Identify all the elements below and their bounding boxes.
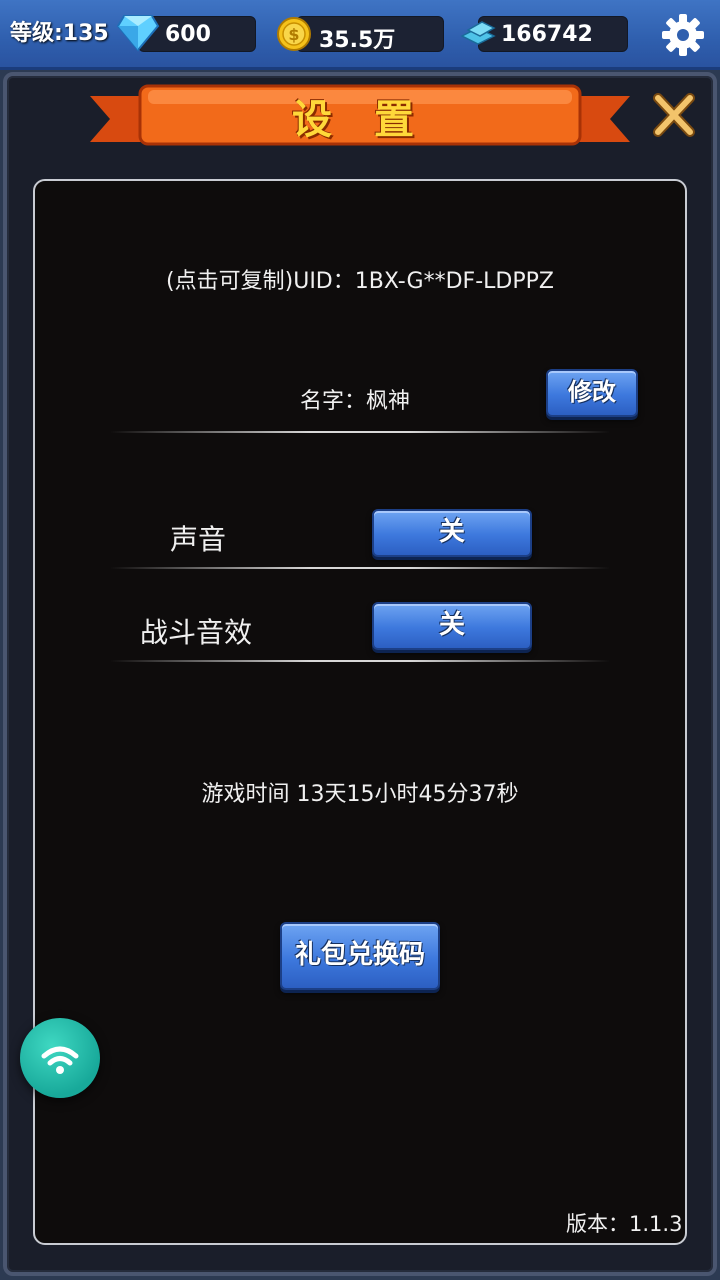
settings-card bbox=[33, 179, 687, 1245]
resource-bar: 等级:135 600 35.5万 $ 166742 bbox=[0, 0, 720, 70]
sound-label: 声音 bbox=[170, 523, 227, 556]
close-icon[interactable] bbox=[648, 88, 700, 140]
crystal-value: 166742 bbox=[501, 22, 593, 47]
uid-copy-text[interactable]: (点击可复制)UID：1BX-G**DF-LDPPZ bbox=[0, 263, 720, 295]
player-name: 名字：枫神 bbox=[300, 389, 411, 414]
crystal-bars-icon bbox=[460, 21, 496, 45]
svg-text:$: $ bbox=[288, 25, 299, 44]
settings-gear-icon[interactable] bbox=[660, 12, 706, 58]
playtime-text: 游戏时间 13天15小时45分37秒 bbox=[201, 782, 519, 807]
gold-counter: 35.5万 bbox=[296, 16, 444, 53]
battle-sfx-toggle-button[interactable]: 关 bbox=[372, 602, 532, 650]
edit-name-button[interactable]: 修改 bbox=[546, 369, 638, 417]
gold-value: 35.5万 bbox=[319, 28, 396, 53]
divider bbox=[110, 567, 610, 569]
divider bbox=[110, 660, 610, 662]
battle-sfx-label: 战斗音效 bbox=[140, 616, 253, 649]
wifi-icon bbox=[41, 1046, 79, 1074]
version-text: 版本：1.1.3 bbox=[566, 1212, 683, 1236]
player-level: 等级:135 bbox=[10, 21, 109, 46]
crystal-counter: 166742 bbox=[478, 16, 628, 52]
divider bbox=[110, 431, 610, 433]
diamond-icon bbox=[116, 15, 160, 52]
gift-code-button[interactable]: 礼包兑换码 bbox=[280, 922, 440, 990]
gold-coin-icon: $ bbox=[277, 17, 311, 51]
settings-title: 设 置 bbox=[292, 97, 428, 143]
sound-toggle-button[interactable]: 关 bbox=[372, 509, 532, 557]
diamond-value: 600 bbox=[165, 22, 211, 47]
network-float-button[interactable] bbox=[20, 1018, 100, 1098]
